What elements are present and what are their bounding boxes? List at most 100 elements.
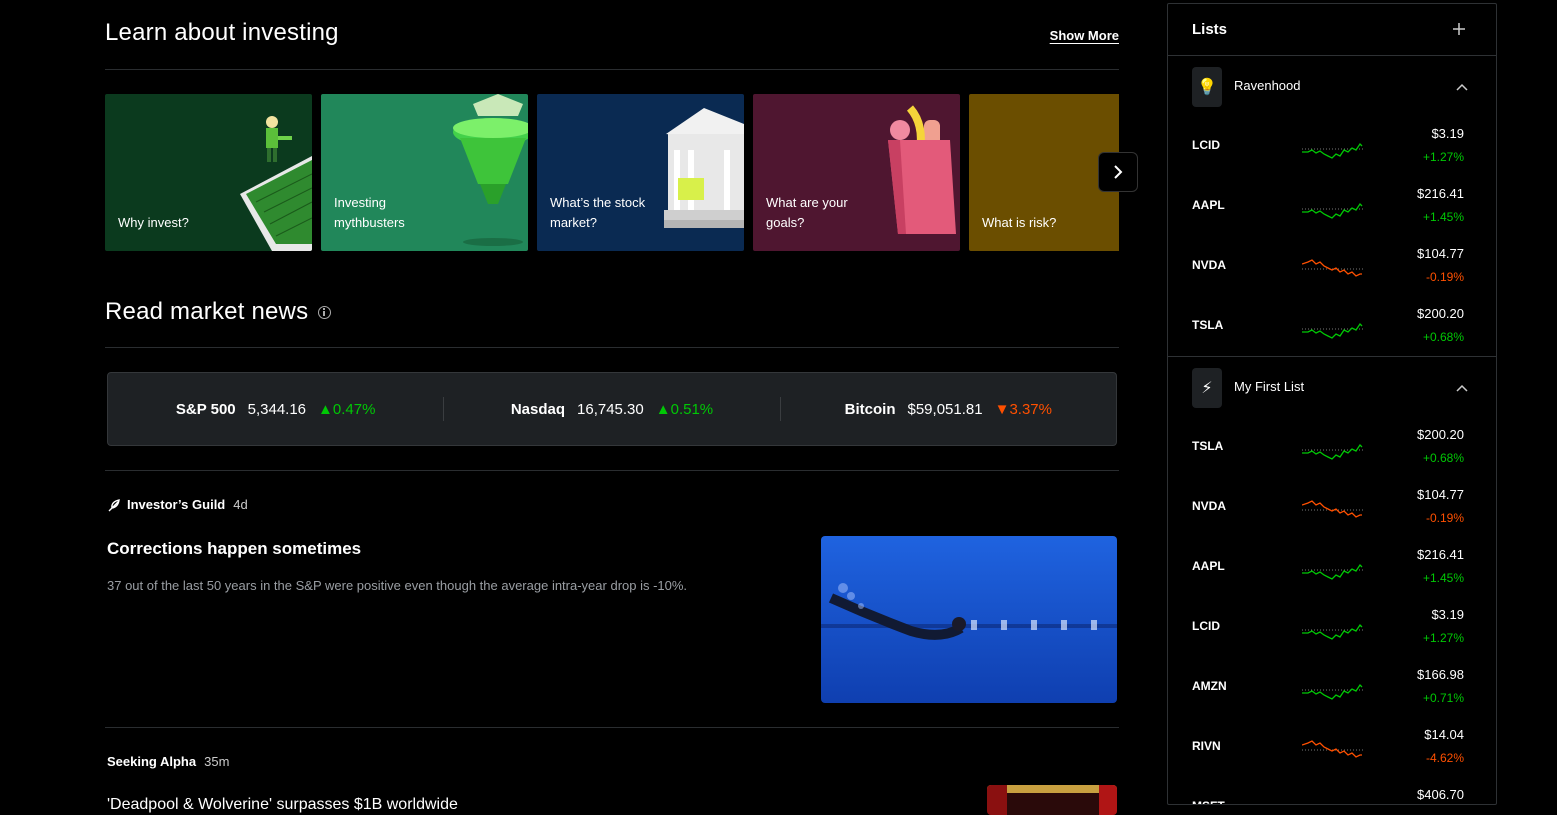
news-section-title: Read market news	[105, 298, 331, 326]
stock-symbol: TSLA	[1192, 439, 1224, 453]
stock-row[interactable]: LCID $3.19 +1.27%	[1168, 116, 1496, 176]
triangle-up-icon: ▲	[655, 400, 671, 418]
change-text: 0.51%	[670, 400, 714, 418]
learn-cards-carousel: Why invest? Investing mythbusters What’s…	[105, 94, 1119, 251]
stock-symbol: TSLA	[1192, 318, 1224, 332]
stock-symbol: NVDA	[1192, 499, 1227, 513]
stock-symbol: RIVN	[1192, 739, 1221, 753]
market-indices-bar: S&P 500 5,344.16 ▲0.47% Nasdaq 16,745.30…	[107, 372, 1117, 446]
learn-card-why-invest[interactable]: Why invest?	[105, 94, 312, 251]
card-label: What’s the stock market?	[550, 195, 646, 230]
article-thumbnail[interactable]	[821, 536, 1117, 703]
card-label: Investing mythbusters	[334, 195, 405, 230]
feather-icon	[108, 498, 120, 511]
stock-price: $200.20	[1417, 427, 1464, 442]
divider	[105, 470, 1119, 471]
learn-card-mythbusters[interactable]: Investing mythbusters	[321, 94, 528, 251]
divider	[105, 69, 1119, 70]
lists-sidebar: Lists 💡 Ravenhood LCID $3.19 +1.27% AAPL $216.…	[1167, 3, 1497, 805]
plus-icon[interactable]	[1452, 22, 1466, 36]
article-age: 4d	[233, 497, 248, 512]
triangle-down-icon: ▼	[994, 400, 1010, 418]
news-title-text: Read market news	[105, 298, 309, 325]
article-summary: 37 out of the last 50 years in the S&P w…	[107, 578, 688, 593]
article-headline[interactable]: 'Deadpool & Wolverine' surpasses $1B wor…	[107, 796, 458, 814]
stock-row[interactable]: NVDA $104.77 -0.19%	[1168, 477, 1496, 537]
learn-card-goals[interactable]: What are your goals?	[753, 94, 960, 251]
news-source[interactable]: Investor’s Guild 4d	[107, 497, 248, 512]
stock-change: +0.68%	[1422, 330, 1464, 344]
source-name: Investor’s Guild	[127, 497, 226, 512]
sparkline-chart	[1302, 563, 1364, 580]
stock-row[interactable]: AAPL $216.41 +1.45%	[1168, 537, 1496, 597]
list-header[interactable]: 💡 Ravenhood	[1168, 56, 1496, 116]
sparkline-chart	[1302, 443, 1364, 460]
card-label: What is risk?	[982, 215, 1057, 230]
stock-price: $104.77	[1417, 487, 1464, 502]
stock-change: +0.71%	[1422, 691, 1464, 705]
divider	[105, 727, 1119, 728]
stock-change: -4.62%	[1425, 751, 1464, 765]
article-thumbnail[interactable]	[987, 785, 1117, 815]
index-nasdaq[interactable]: Nasdaq 16,745.30 ▲0.51%	[443, 397, 779, 421]
sparkline-chart	[1302, 142, 1364, 159]
triangle-up-icon: ▲	[318, 400, 333, 418]
stock-row[interactable]: LCID $3.19 +1.27%	[1168, 597, 1496, 657]
info-icon[interactable]	[318, 306, 331, 319]
learn-section-title: Learn about investing	[105, 19, 339, 46]
index-name: S&P 500	[175, 400, 236, 418]
stock-row[interactable]: AMZN $166.98 +0.71%	[1168, 657, 1496, 717]
sparkline-chart	[1302, 683, 1364, 700]
main-feed: Learn about investing Show More Why inve…	[105, 0, 1119, 815]
source-name: Seeking Alpha	[107, 754, 197, 769]
stock-symbol: NVDA	[1192, 258, 1227, 272]
stock-symbol: LCID	[1192, 138, 1220, 152]
stock-price: $104.77	[1417, 246, 1464, 261]
sparkline-chart	[1302, 500, 1364, 518]
index-change: ▲0.51%	[656, 401, 713, 418]
stock-price: $200.20	[1417, 306, 1464, 321]
carousel-next-button[interactable]	[1098, 152, 1138, 192]
stock-symbol: LCID	[1192, 619, 1220, 633]
index-value: 5,344.16	[247, 400, 307, 418]
list-name: My First List	[1234, 379, 1305, 394]
show-more-link[interactable]: Show More	[1050, 28, 1119, 43]
list-emoji-icon: 💡	[1192, 67, 1222, 107]
chevron-up-icon[interactable]	[1456, 81, 1468, 93]
article-headline[interactable]: Corrections happen sometimes	[107, 539, 361, 559]
stock-change: +1.27%	[1422, 631, 1464, 645]
learn-card-risk[interactable]: What is risk?	[969, 94, 1119, 251]
news-source[interactable]: Seeking Alpha 35m	[107, 754, 229, 769]
stock-row[interactable]: RIVN $14.04 -4.62%	[1168, 717, 1496, 777]
index-bitcoin[interactable]: Bitcoin $59,051.81 ▼3.37%	[779, 397, 1116, 421]
sparkline-chart	[1302, 259, 1364, 277]
index-change: ▲0.47%	[318, 401, 375, 418]
lists-title: Lists	[1192, 21, 1228, 38]
movie-poster-image	[987, 785, 1117, 815]
chevron-up-icon[interactable]	[1456, 382, 1468, 394]
list-emoji-icon: ⚡	[1192, 368, 1222, 408]
index-name: Bitcoin	[844, 400, 896, 418]
stock-row[interactable]: TSLA $200.20 +0.68%	[1168, 296, 1496, 356]
stock-row[interactable]: NVDA $104.77 -0.19%	[1168, 236, 1496, 296]
stock-change: -0.19%	[1425, 511, 1464, 525]
bank-building-illustration	[664, 108, 744, 228]
stock-change: -0.19%	[1425, 270, 1464, 284]
index-value: 16,745.30	[577, 400, 644, 418]
learn-card-stock-market[interactable]: What’s the stock market?	[537, 94, 744, 251]
stock-price: $216.41	[1417, 547, 1464, 562]
stock-row[interactable]: MSFT $406.70	[1168, 777, 1496, 804]
stock-row[interactable]: TSLA $200.20 +0.68%	[1168, 417, 1496, 477]
stock-price: $406.70	[1417, 787, 1464, 802]
stock-price: $166.98	[1417, 667, 1464, 682]
sparkline-chart	[1302, 623, 1364, 640]
sparkline-chart	[1302, 322, 1364, 339]
stock-symbol: AAPL	[1192, 198, 1225, 212]
list-header[interactable]: ⚡ My First List	[1168, 357, 1496, 417]
index-sp500[interactable]: S&P 500 5,344.16 ▲0.47%	[108, 397, 443, 421]
stock-price: $3.19	[1431, 607, 1464, 622]
stock-row[interactable]: AAPL $216.41 +1.45%	[1168, 176, 1496, 236]
change-text: 3.37%	[1009, 400, 1052, 418]
stock-change: +1.45%	[1422, 571, 1464, 585]
article-age: 35m	[204, 754, 230, 769]
